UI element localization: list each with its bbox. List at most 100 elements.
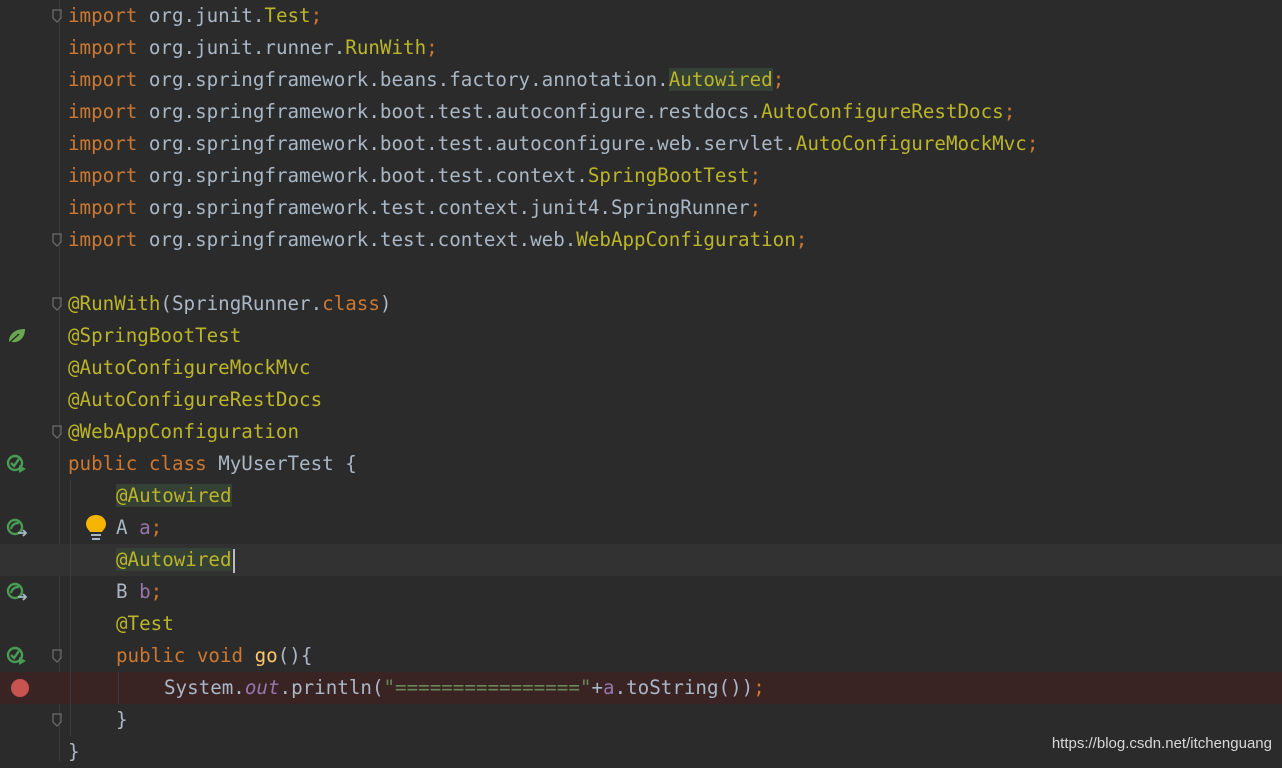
code-line[interactable]: import org.springframework.test.context.…	[0, 192, 1282, 224]
fold-marker-icon[interactable]	[52, 9, 62, 23]
lightbulb-icon[interactable]	[85, 514, 107, 542]
code-line[interactable]: B b;	[0, 576, 1282, 608]
indent-guide	[118, 672, 119, 704]
code-token: @AutoConfigureRestDocs	[68, 388, 323, 411]
code-token: public class	[68, 452, 219, 475]
code-text[interactable]: import org.springframework.boot.test.con…	[68, 160, 761, 192]
indent-guide	[70, 512, 71, 544]
code-line[interactable]: import org.springframework.boot.test.aut…	[0, 128, 1282, 160]
code-text[interactable]: import org.springframework.test.context.…	[68, 224, 807, 256]
code-text[interactable]: @RunWith(SpringRunner.class)	[68, 288, 391, 320]
code-text[interactable]: @Autowired	[116, 480, 232, 512]
breakpoint-icon[interactable]	[11, 679, 29, 697]
code-token: @Autowired	[116, 548, 232, 571]
code-text[interactable]: import org.springframework.test.context.…	[68, 192, 761, 224]
code-line[interactable]: @Autowired	[0, 544, 1282, 576]
code-token: ;	[749, 164, 762, 187]
code-line[interactable]: import org.junit.runner.RunWith;	[0, 32, 1282, 64]
code-token: org.springframework.test.context.web.	[148, 228, 577, 251]
code-text[interactable]: @WebAppConfiguration	[68, 416, 299, 448]
code-text[interactable]: }	[116, 704, 128, 736]
fold-marker-icon[interactable]	[52, 425, 62, 439]
code-text[interactable]: B b;	[116, 576, 162, 608]
code-token: .toString())	[614, 676, 754, 699]
code-text[interactable]: public void go(){	[116, 640, 312, 672]
code-text[interactable]: @AutoConfigureMockMvc	[68, 352, 311, 384]
code-token: Test	[264, 4, 311, 27]
code-token: import	[68, 196, 149, 219]
code-editor[interactable]: import org.junit.Test; import org.junit.r…	[0, 0, 1282, 763]
code-line[interactable]: import org.springframework.beans.factory…	[0, 64, 1282, 96]
bean-navigation-icon[interactable]	[6, 581, 28, 603]
code-token: org.springframework.boot.test.context.	[148, 164, 588, 187]
indent-guide	[70, 640, 71, 672]
code-token: SpringBootTest	[587, 164, 750, 187]
code-token: import	[68, 36, 149, 59]
fold-marker-icon[interactable]	[52, 297, 62, 311]
code-token: }	[116, 708, 128, 731]
spring-leaf-icon[interactable]	[6, 325, 28, 347]
code-token: ;	[795, 228, 808, 251]
code-token: org.springframework.boot.test.autoconfig…	[148, 132, 796, 155]
code-line[interactable]	[0, 256, 1282, 288]
code-line[interactable]: @AutoConfigureRestDocs	[0, 384, 1282, 416]
code-line[interactable]: @WebAppConfiguration	[0, 416, 1282, 448]
code-token: ;	[753, 676, 765, 699]
code-line[interactable]: import org.springframework.boot.test.aut…	[0, 96, 1282, 128]
code-token: @SpringBootTest	[68, 324, 242, 347]
code-text[interactable]: public class MyUserTest {	[68, 448, 357, 480]
code-line[interactable]: @AutoConfigureMockMvc	[0, 352, 1282, 384]
code-token: ;	[749, 196, 762, 219]
code-token: Autowired	[668, 68, 773, 91]
fold-marker-icon[interactable]	[52, 649, 62, 663]
code-line[interactable]: import org.springframework.test.context.…	[0, 224, 1282, 256]
code-line[interactable]: @SpringBootTest	[0, 320, 1282, 352]
code-token: public void	[116, 644, 255, 667]
code-line[interactable]: A a;	[0, 512, 1282, 544]
code-text[interactable]: @AutoConfigureRestDocs	[68, 384, 322, 416]
code-line[interactable]: }	[0, 704, 1282, 736]
indent-guide	[70, 672, 71, 704]
code-text[interactable]: import org.junit.runner.RunWith;	[68, 32, 438, 64]
code-line[interactable]: public class MyUserTest {	[0, 448, 1282, 480]
code-token: AutoConfigureMockMvc	[795, 132, 1027, 155]
code-token: org.springframework.test.context.junit4.…	[148, 196, 750, 219]
code-line[interactable]: System.out.println("================"+a.…	[0, 672, 1282, 704]
fold-marker-icon[interactable]	[52, 713, 62, 727]
code-token: +	[591, 676, 603, 699]
code-line[interactable]: @RunWith(SpringRunner.class)	[0, 288, 1282, 320]
code-text[interactable]: import org.springframework.boot.test.aut…	[68, 96, 1015, 128]
code-line[interactable]: import org.springframework.boot.test.con…	[0, 160, 1282, 192]
code-line[interactable]: import org.junit.Test;	[0, 0, 1282, 32]
code-token: a	[603, 676, 615, 699]
bean-navigation-icon[interactable]	[6, 517, 28, 539]
code-text[interactable]: A a;	[116, 512, 162, 544]
code-text[interactable]: }	[68, 736, 80, 768]
code-token: org.springframework.boot.test.autoconfig…	[148, 100, 762, 123]
code-line[interactable]: @Autowired	[0, 480, 1282, 512]
code-text[interactable]: System.out.println("================"+a.…	[164, 672, 765, 704]
code-token: ;	[310, 4, 323, 27]
code-token: import	[68, 4, 149, 27]
fold-marker-icon[interactable]	[52, 233, 62, 247]
code-token: ;	[1003, 100, 1016, 123]
code-token: org.junit.	[148, 4, 265, 27]
code-token: b	[139, 580, 151, 603]
code-text[interactable]: import org.junit.Test;	[68, 0, 322, 32]
code-token: import	[68, 100, 149, 123]
indent-guide	[70, 544, 71, 576]
code-text[interactable]: @Autowired	[116, 544, 235, 576]
code-text[interactable]: import org.springframework.boot.test.aut…	[68, 128, 1038, 160]
code-text[interactable]: @Test	[116, 608, 174, 640]
indent-guide	[70, 608, 71, 640]
code-text[interactable]: import org.springframework.beans.factory…	[68, 64, 784, 96]
code-line[interactable]: public void go(){	[0, 640, 1282, 672]
code-token: import	[68, 132, 149, 155]
code-token: ;	[150, 580, 163, 603]
run-test-icon[interactable]	[6, 453, 28, 475]
run-test-icon[interactable]	[6, 645, 28, 667]
code-text[interactable]: @SpringBootTest	[68, 320, 241, 352]
code-line[interactable]: @Test	[0, 608, 1282, 640]
code-token: MyUserTest {	[218, 452, 357, 475]
watermark-text: https://blog.csdn.net/itchenguang	[1051, 735, 1272, 752]
